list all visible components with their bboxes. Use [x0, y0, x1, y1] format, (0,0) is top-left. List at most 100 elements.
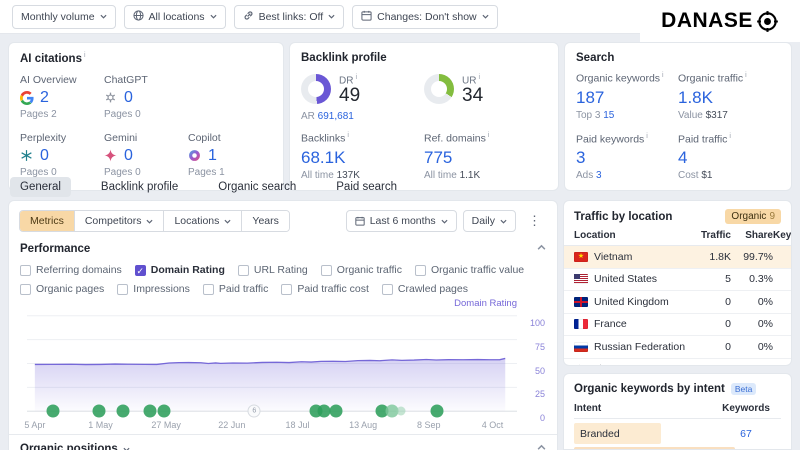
metric-value[interactable]: 1.8K — [678, 88, 780, 108]
traffic-row-us[interactable]: United States50.3% — [564, 269, 791, 292]
checkbox-label: URL Rating — [254, 264, 308, 276]
x-axis-tick: 1 May — [88, 420, 113, 430]
ai-citation-count[interactable]: 2 — [40, 89, 49, 107]
tab-general[interactable]: General — [10, 177, 71, 197]
traffic-row-vn[interactable]: Vietnam1.8K99.7% — [564, 246, 791, 269]
intent-label: Branded — [574, 428, 711, 440]
chart-event-marker[interactable] — [117, 405, 130, 418]
chart-event-marker[interactable] — [92, 405, 105, 418]
checkbox-referring-domains[interactable]: Referring domains — [20, 264, 122, 276]
toolbar-button-changes-don-t-show[interactable]: Changes: Don't show — [352, 5, 497, 29]
ai-citation-count[interactable]: 0 — [124, 147, 133, 165]
summary-cards: AI citationsi AI Overview2Pages 2ChatGPT… — [8, 42, 792, 191]
checkbox-organic-traffic-value[interactable]: Organic traffic value — [415, 264, 524, 276]
checkbox-paid-traffic-cost[interactable]: Paid traffic cost — [281, 283, 369, 295]
perplexity-icon — [20, 149, 34, 163]
metric-sub-link[interactable]: 3 — [596, 170, 602, 181]
granularity-button[interactable]: Daily — [463, 210, 516, 232]
metric-sub: All time 1.1K — [424, 170, 547, 181]
checkbox-icon — [20, 265, 31, 276]
logo-text: DANASE — [661, 9, 753, 33]
donut-sub: AR 691,681 — [301, 111, 424, 122]
tab-organic-search[interactable]: Organic search — [208, 177, 306, 197]
metric-value[interactable]: 3 — [576, 148, 678, 168]
checkbox-paid-traffic[interactable]: Paid traffic — [203, 283, 268, 295]
flag-vn-icon — [574, 252, 588, 262]
ur-metric: URi34 — [424, 74, 547, 122]
collapse-organic-positions-icon[interactable] — [537, 443, 546, 450]
checkbox-label: Referring domains — [36, 264, 122, 276]
metric-label: Ref. domainsi — [424, 132, 547, 145]
checkbox-domain-rating[interactable]: ✓Domain Rating — [135, 264, 225, 276]
checkbox-impressions[interactable]: Impressions — [117, 283, 190, 295]
backlink-profile-card: Backlink profile DRi49AR 691,681URi34Bac… — [289, 42, 559, 191]
intent-row-branded[interactable]: Branded67 — [574, 423, 781, 444]
ar-value[interactable]: 691,681 — [318, 111, 354, 122]
date-range-button[interactable]: Last 6 months — [346, 210, 457, 232]
prev-page-button[interactable] — [574, 364, 583, 367]
tab-paid-search[interactable]: Paid search — [326, 177, 407, 197]
metric-label: Paid keywordsi — [576, 133, 678, 146]
chart-x-axis: 5 Apr1 May27 May22 Jun18 Jul13 Aug8 Sep4… — [27, 420, 517, 434]
traffic-row-ru[interactable]: Russian Federation00% — [564, 336, 791, 359]
organic-positions-header[interactable]: Organic positions — [20, 443, 130, 450]
next-page-button[interactable] — [597, 364, 606, 367]
toolbar-button-label: Best links: Off — [259, 11, 324, 23]
chart-plot-area[interactable]: 6 — [27, 311, 517, 416]
ai-source-label: Gemini — [104, 132, 188, 144]
checkbox-url-rating[interactable]: URL Rating — [238, 264, 308, 276]
segment-competitors[interactable]: Competitors — [74, 211, 164, 231]
traffic-row-fr[interactable]: France00% — [564, 314, 791, 337]
chart-event-marker[interactable] — [397, 407, 406, 416]
donut-value: 49 — [339, 86, 360, 107]
checkbox-organic-pages[interactable]: Organic pages — [20, 283, 104, 295]
segment-metrics[interactable]: Metrics — [20, 211, 74, 231]
performance-panel: MetricsCompetitorsLocationsYears Last 6 … — [8, 200, 558, 450]
y-axis-tick: 75 — [535, 342, 545, 352]
toolbar-button-monthly-volume[interactable]: Monthly volume — [12, 5, 116, 29]
tab-backlink-profile[interactable]: Backlink profile — [91, 177, 188, 197]
flag-us-icon — [574, 274, 588, 284]
checkbox-crawled-pages[interactable]: Crawled pages — [382, 283, 468, 295]
metric-sub-link[interactable]: 15 — [603, 110, 614, 121]
chart-event-marker[interactable] — [47, 405, 60, 418]
chart-event-marker[interactable] — [329, 405, 342, 418]
checkbox-organic-traffic[interactable]: Organic traffic — [321, 264, 402, 276]
traffic-row-gb[interactable]: United Kingdom00% — [564, 291, 791, 314]
toolbar-button-all-locations[interactable]: All locations — [124, 5, 226, 29]
traffic-value: 0 — [691, 341, 731, 353]
ai-citation-count[interactable]: 0 — [124, 89, 133, 107]
ai-citation-count[interactable]: 1 — [208, 147, 217, 165]
flag-ru-icon — [574, 342, 588, 352]
search-metric: Paid traffici4Cost $1 — [678, 133, 780, 182]
chart-event-marker[interactable] — [430, 405, 443, 418]
chart-event-badge[interactable]: 6 — [248, 405, 261, 418]
toolbar-button-best-links-off[interactable]: Best links: Off — [234, 5, 345, 29]
chart-event-marker[interactable] — [158, 405, 171, 418]
share-value: 0% — [731, 341, 773, 353]
organic-badge[interactable]: Organic9 — [725, 209, 781, 224]
flag-fr-icon — [574, 319, 588, 329]
section-tabs: General Backlink profile Organic search Pai… — [10, 177, 407, 197]
metric-value[interactable]: 68.1K — [301, 148, 424, 168]
metric-value[interactable]: 4 — [678, 148, 780, 168]
search-title: Search — [576, 52, 780, 64]
chart-event-marker[interactable] — [143, 405, 156, 418]
metric-label: Paid traffici — [678, 133, 780, 146]
intent-keywords-count[interactable]: 67 — [711, 428, 781, 440]
kebab-menu-icon[interactable]: ⋮ — [522, 211, 547, 231]
ai-citation-item: Copilot1Pages 1 — [188, 132, 272, 178]
collapse-performance-icon[interactable] — [537, 243, 546, 255]
metric-value[interactable]: 775 — [424, 148, 547, 168]
ai-citation-item: Perplexity0Pages 0 — [20, 132, 104, 178]
ai-citations-card: AI citationsi AI Overview2Pages 2ChatGPT… — [8, 42, 284, 191]
x-axis-tick: 13 Aug — [349, 420, 377, 430]
ai-citation-count[interactable]: 0 — [40, 147, 49, 165]
checkbox-icon — [415, 265, 426, 276]
toolbar-button-label: All locations — [149, 11, 205, 23]
metric-checkboxes: Referring domains ✓Domain Rating URL Ratin… — [9, 257, 554, 297]
segment-locations[interactable]: Locations — [163, 211, 241, 231]
checkbox-label: Crawled pages — [398, 283, 468, 295]
metric-value[interactable]: 187 — [576, 88, 678, 108]
segment-years[interactable]: Years — [241, 211, 288, 231]
